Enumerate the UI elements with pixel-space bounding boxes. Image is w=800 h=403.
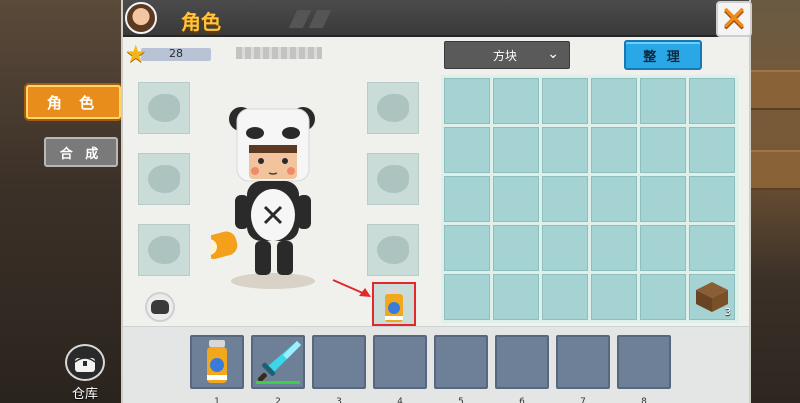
hotbar-slot[interactable]: 7 <box>556 335 610 403</box>
chest-icon <box>65 344 105 381</box>
close-icon: ✕ <box>719 0 749 39</box>
helmet-slot[interactable] <box>138 82 190 134</box>
inventory-slot[interactable] <box>542 127 588 173</box>
inventory-slot[interactable] <box>640 78 686 124</box>
inventory-slot[interactable] <box>493 274 539 320</box>
character-model <box>201 95 331 295</box>
wood-plank <box>746 150 800 190</box>
inventory-slot[interactable] <box>444 78 490 124</box>
inventory-slot[interactable] <box>591 78 637 124</box>
spray-can-icon <box>207 340 227 383</box>
spray-can-icon <box>385 288 403 322</box>
emote-icon <box>151 300 169 314</box>
chest-slot[interactable] <box>138 153 190 205</box>
tab-crafting[interactable]: 合 成 <box>44 137 118 167</box>
panel-header: 角色 ✕ <box>123 0 752 37</box>
inventory-slot[interactable] <box>542 274 588 320</box>
tab-character[interactable]: 角 色 <box>26 85 121 119</box>
diamond-sword-icon <box>257 341 301 382</box>
level-value: 28 <box>169 47 183 60</box>
emote-button[interactable] <box>145 292 175 322</box>
header-stripe <box>308 10 332 28</box>
character-panel: 角色 ✕ ★ 28 方块 ⌄ 整 理 3 1 2 3 4 5 6 7 8 <box>121 0 752 403</box>
hotbar-slot-number: 6 <box>519 397 525 403</box>
tab-character-label: 角 色 <box>46 93 101 112</box>
hotbar-slot-number: 2 <box>275 397 281 403</box>
inventory-slot[interactable] <box>542 225 588 271</box>
item-count: 3 <box>724 307 731 318</box>
mount-slot[interactable] <box>367 82 419 134</box>
hotbar-slot-number: 8 <box>641 397 647 403</box>
inventory-slot[interactable] <box>640 274 686 320</box>
inventory-slot[interactable] <box>591 225 637 271</box>
held-item-slot[interactable] <box>372 282 416 326</box>
wood-plank <box>746 70 800 110</box>
helmet-slot-icon <box>148 94 180 122</box>
scene-background-right <box>746 0 800 403</box>
sort-button[interactable]: 整 理 <box>624 40 702 70</box>
inventory-slot[interactable] <box>493 225 539 271</box>
player-avatar-icon <box>125 2 157 34</box>
inventory-slot[interactable] <box>493 176 539 222</box>
hotbar-slot-number: 1 <box>214 397 220 403</box>
pet-slot-icon <box>148 236 180 264</box>
inventory-slot[interactable] <box>689 127 735 173</box>
wing-slot[interactable] <box>367 224 419 276</box>
inventory-slot[interactable] <box>640 176 686 222</box>
hotbar-slot-number: 5 <box>458 397 464 403</box>
category-dropdown[interactable]: 方块 ⌄ <box>444 41 570 69</box>
tab-crafting-label: 合 成 <box>59 146 103 162</box>
hotbar-slot[interactable]: 1 <box>190 335 244 403</box>
close-button[interactable]: ✕ <box>716 1 752 37</box>
inventory-slot[interactable]: 3 <box>689 274 735 320</box>
player-name-blurred <box>236 47 322 59</box>
inventory-slot[interactable] <box>591 127 637 173</box>
durability-bar <box>256 381 300 384</box>
page-title: 角色 <box>181 10 221 34</box>
inventory-slot[interactable] <box>444 127 490 173</box>
inventory-slot[interactable] <box>591 176 637 222</box>
hotbar-slot[interactable]: 3 <box>312 335 366 403</box>
inventory-slot[interactable] <box>689 78 735 124</box>
arrow-icon <box>332 279 371 297</box>
inventory-slot[interactable] <box>444 225 490 271</box>
inventory-slot[interactable] <box>444 176 490 222</box>
chest-slot-icon <box>148 165 180 193</box>
hotbar-slot[interactable]: 8 <box>617 335 671 403</box>
wing-slot-icon <box>377 236 409 264</box>
mount-slot-icon <box>377 94 409 122</box>
inventory-slot[interactable] <box>689 176 735 222</box>
inventory-slot[interactable] <box>542 176 588 222</box>
storage-label: 仓库 <box>71 387 98 402</box>
pet-slot[interactable] <box>138 224 190 276</box>
inventory-slot[interactable] <box>640 127 686 173</box>
inventory-slot[interactable] <box>640 225 686 271</box>
hotbar-slot[interactable]: 2 <box>251 335 305 403</box>
category-selected: 方块 <box>493 48 518 63</box>
header-stripe <box>288 10 312 28</box>
backpack-slot[interactable] <box>367 153 419 205</box>
storage-button[interactable]: 仓库 <box>62 344 108 402</box>
inventory-slot[interactable] <box>542 78 588 124</box>
inventory-slot[interactable] <box>444 274 490 320</box>
hotbar-slot[interactable]: 5 <box>434 335 488 403</box>
hotbar-slot-number: 4 <box>397 397 403 403</box>
hotbar: 1 2 3 4 5 6 7 8 <box>123 326 749 403</box>
scene-background-left <box>0 0 122 403</box>
chevron-down-icon: ⌄ <box>547 46 559 62</box>
inventory-slot[interactable] <box>493 127 539 173</box>
hotbar-slot-number: 3 <box>336 397 342 403</box>
hotbar-slot[interactable]: 4 <box>373 335 427 403</box>
backpack-slot-icon <box>377 165 409 193</box>
inventory-slot[interactable] <box>493 78 539 124</box>
star-icon: ★ <box>125 40 147 68</box>
inventory-slot[interactable] <box>689 225 735 271</box>
inventory-grid: 3 <box>441 75 739 323</box>
hotbar-slot-number: 7 <box>580 397 586 403</box>
level-indicator: ★ 28 <box>125 40 211 68</box>
inventory-slot[interactable] <box>591 274 637 320</box>
hotbar-slot[interactable]: 6 <box>495 335 549 403</box>
